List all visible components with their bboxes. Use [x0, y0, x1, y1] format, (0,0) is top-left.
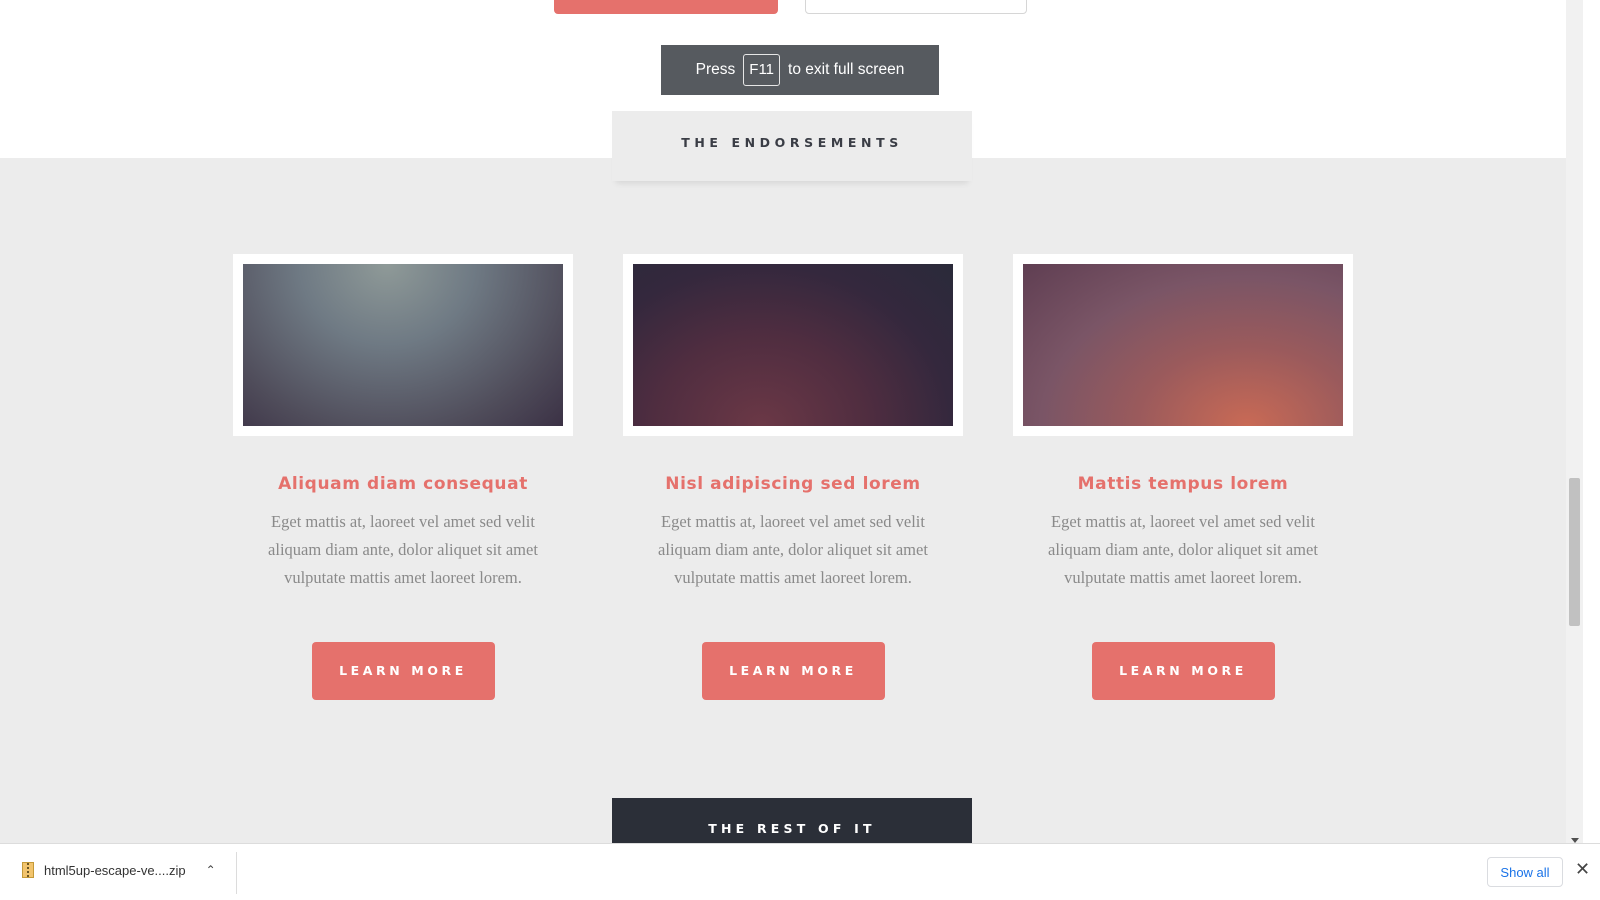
scrollbar-thumb[interactable] [1569, 478, 1580, 626]
endorsement-card: Aliquam diam consequat Eget mattis at, l… [233, 254, 573, 700]
card-title: Mattis tempus lorem [1077, 474, 1289, 494]
card-image[interactable] [1023, 264, 1343, 426]
learn-more-button[interactable]: LEARN MORE [701, 642, 885, 700]
section-title: THE ENDORSEMENTS [681, 135, 903, 150]
learn-more-button[interactable]: LEARN MORE [1091, 642, 1275, 700]
card-image[interactable] [243, 264, 563, 426]
rest-section-title: THE REST OF IT [708, 821, 876, 836]
card-title: Nisl adipiscing sed lorem [665, 474, 921, 494]
endorsement-card: Mattis tempus lorem Eget mattis at, laor… [1013, 254, 1353, 700]
card-image-frame [623, 254, 963, 436]
page: THE ENDORSEMENTS Press F11 to exit full … [0, 0, 1583, 843]
f11-key: F11 [743, 54, 781, 86]
card-title: Aliquam diam consequat [278, 474, 528, 494]
card-image-frame [233, 254, 573, 436]
top-primary-button[interactable] [554, 0, 778, 14]
toast-press-text: Press [695, 61, 736, 78]
zip-file-icon [22, 862, 34, 878]
chevron-up-icon[interactable]: ⌃ [206, 863, 216, 877]
show-all-button[interactable]: Show all [1487, 857, 1563, 887]
toast-rest-text: to exit full screen [788, 61, 905, 78]
download-bar: html5up-escape-ve....zip ⌃ Show all ✕ [0, 843, 1600, 900]
card-image[interactable] [633, 264, 953, 426]
divider [236, 852, 237, 894]
rest-of-it-header: THE REST OF IT [612, 798, 972, 843]
card-text: Eget mattis at, laoreet vel amet sed vel… [1048, 512, 1318, 587]
top-secondary-button[interactable] [805, 0, 1027, 14]
card-image-frame [1013, 254, 1353, 436]
fullscreen-toast: Press F11 to exit full screen [661, 45, 939, 95]
endorsements-header-tab: THE ENDORSEMENTS [612, 111, 972, 181]
endorsement-card: Nisl adipiscing sed lorem Eget mattis at… [623, 254, 963, 700]
learn-more-button[interactable]: LEARN MORE [311, 642, 495, 700]
vertical-scrollbar[interactable] [1566, 0, 1583, 843]
card-text: Eget mattis at, laoreet vel amet sed vel… [268, 512, 538, 587]
close-icon[interactable]: ✕ [1575, 859, 1590, 880]
download-item[interactable]: html5up-escape-ve....zip ⌃ [22, 862, 216, 878]
card-text: Eget mattis at, laoreet vel amet sed vel… [658, 512, 928, 587]
download-filename[interactable]: html5up-escape-ve....zip [44, 863, 186, 878]
